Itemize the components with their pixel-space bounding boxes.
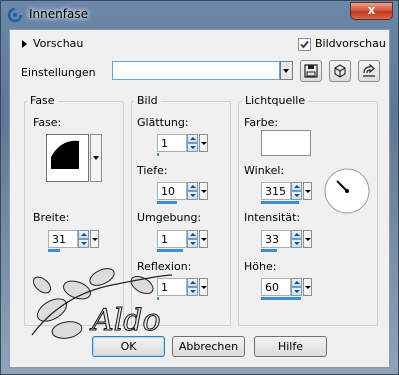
- checkbox-check-icon: [298, 37, 311, 51]
- bevel-shape-icon: [51, 140, 79, 169]
- spin-down-icon[interactable]: [291, 287, 302, 296]
- smoothing-field[interactable]: 1: [157, 134, 187, 152]
- spin-dropdown-icon[interactable]: [90, 230, 99, 248]
- fase-width-field[interactable]: 31: [48, 230, 78, 248]
- fase-width-spinner[interactable]: 31: [48, 230, 100, 252]
- angle-label: Winkel:: [244, 164, 285, 177]
- cancel-button[interactable]: Abbrechen: [172, 336, 245, 357]
- intensity-field[interactable]: 33: [261, 230, 291, 248]
- settings-select[interactable]: [112, 61, 280, 80]
- preview-toggle[interactable]: Vorschau: [22, 37, 83, 51]
- spin-up-icon[interactable]: [78, 230, 89, 239]
- ambience-slider-bar: [157, 249, 183, 252]
- spin-dropdown-icon[interactable]: [199, 278, 208, 296]
- intensity-label: Intensität:: [244, 211, 301, 224]
- elevation-slider-bar: [261, 297, 301, 300]
- spin-down-icon[interactable]: [187, 143, 198, 152]
- spin-down-icon[interactable]: [78, 239, 89, 248]
- load-preset-button[interactable]: [358, 60, 380, 82]
- elevation-field[interactable]: 60: [261, 278, 291, 296]
- expand-arrow-icon: [22, 40, 27, 48]
- spin-dropdown-icon[interactable]: [303, 230, 312, 248]
- color-label: Farbe:: [244, 116, 279, 129]
- window-title: Innenfase: [29, 7, 88, 21]
- depth-field[interactable]: 10: [157, 182, 187, 200]
- spin-dropdown-icon[interactable]: [199, 182, 208, 200]
- spin-down-icon[interactable]: [291, 239, 302, 248]
- depth-slider-bar: [157, 201, 177, 204]
- intensity-spinner[interactable]: 33: [261, 230, 313, 252]
- spin-up-icon[interactable]: [291, 278, 302, 287]
- save-icon: [304, 64, 318, 78]
- smoothing-label: Glättung:: [137, 116, 189, 129]
- dialog-window: Innenfase x Vorschau Bildvorschau Einste…: [0, 0, 399, 375]
- angle-slider-bar: [261, 201, 299, 204]
- fase-width-label: Breite:: [33, 211, 70, 224]
- spin-up-icon[interactable]: [291, 230, 302, 239]
- ok-button[interactable]: OK: [92, 336, 165, 357]
- close-button[interactable]: x: [350, 2, 393, 20]
- ambience-field[interactable]: 1: [157, 230, 187, 248]
- fase-width-slider-bar: [48, 249, 60, 252]
- spin-dropdown-icon[interactable]: [199, 230, 208, 248]
- cube-icon: [334, 64, 346, 78]
- elevation-label: Höhe:: [244, 260, 277, 273]
- fase-group-title: Fase: [27, 94, 58, 107]
- depth-label: Tiefe:: [137, 164, 168, 177]
- angle-field[interactable]: 315: [261, 182, 291, 200]
- angle-spinner[interactable]: 315: [261, 182, 313, 204]
- bild-group-title: Bild: [134, 94, 161, 107]
- svg-text:Aldo: Aldo: [89, 303, 161, 338]
- spin-up-icon[interactable]: [187, 230, 198, 239]
- help-button[interactable]: Hilfe: [254, 336, 327, 357]
- settings-dropdown-button[interactable]: [280, 61, 293, 80]
- fase-shape-dropdown[interactable]: [90, 134, 102, 182]
- smoothing-slider-bar: [157, 153, 159, 156]
- spin-up-icon[interactable]: [187, 182, 198, 191]
- fase-shape-label: Fase:: [33, 116, 62, 129]
- settings-label: Einstellungen: [21, 66, 96, 79]
- spin-down-icon[interactable]: [187, 191, 198, 200]
- preview-checkbox[interactable]: Bildvorschau: [298, 37, 386, 51]
- intensity-slider-bar: [261, 249, 277, 252]
- ambience-spinner[interactable]: 1: [157, 230, 209, 252]
- load-icon: [363, 63, 375, 77]
- spin-up-icon[interactable]: [187, 134, 198, 143]
- spin-down-icon[interactable]: [187, 287, 198, 296]
- spin-dropdown-icon[interactable]: [199, 134, 208, 152]
- spin-dropdown-icon[interactable]: [303, 278, 312, 296]
- fase-shape-preview[interactable]: [46, 134, 89, 182]
- spin-down-icon[interactable]: [187, 239, 198, 248]
- elevation-spinner[interactable]: 60: [261, 278, 313, 300]
- preview-checkbox-label: Bildvorschau: [315, 37, 386, 50]
- reset-button[interactable]: [329, 60, 351, 82]
- dialog-client: Vorschau Bildvorschau Einstellungen Fase…: [9, 29, 390, 368]
- light-color-swatch[interactable]: [261, 130, 311, 156]
- preview-label: Vorschau: [33, 37, 84, 50]
- angle-dial[interactable]: [323, 167, 371, 215]
- spin-up-icon[interactable]: [187, 278, 198, 287]
- smoothing-spinner[interactable]: 1: [157, 134, 209, 156]
- spin-up-icon[interactable]: [291, 182, 302, 191]
- spin-dropdown-icon[interactable]: [303, 182, 312, 200]
- save-preset-button[interactable]: [300, 60, 322, 82]
- depth-spinner[interactable]: 10: [157, 182, 209, 204]
- title-bar[interactable]: Innenfase x: [1, 1, 398, 29]
- spin-down-icon[interactable]: [291, 191, 302, 200]
- ambience-label: Umgebung:: [137, 211, 202, 224]
- app-icon: [7, 7, 23, 23]
- light-group-title: Lichtquelle: [242, 94, 309, 107]
- chevron-down-icon: [93, 156, 99, 160]
